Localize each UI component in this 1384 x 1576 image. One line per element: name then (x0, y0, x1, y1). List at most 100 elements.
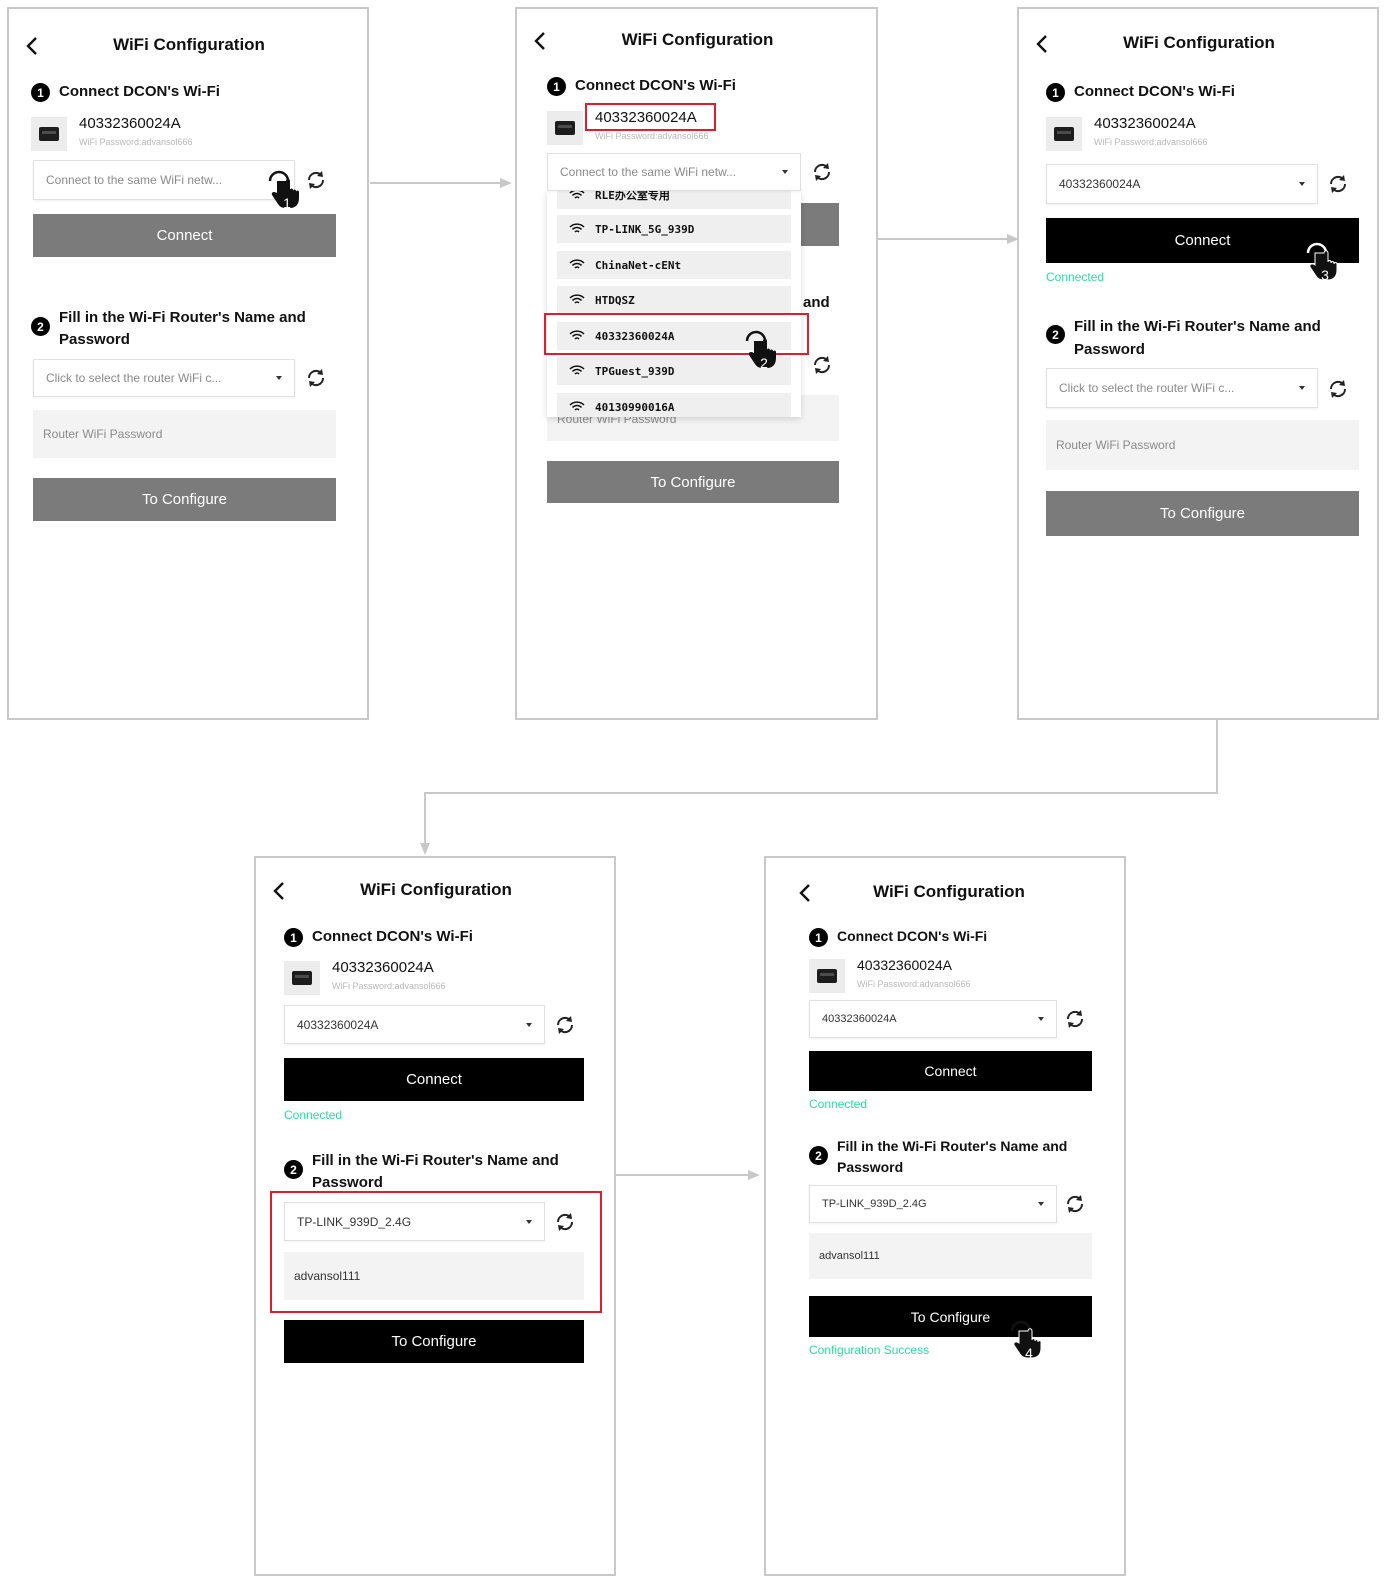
to-configure-button[interactable]: To Configure (809, 1296, 1092, 1337)
wifi-dropdown-list: RLE办公室专用 TP-LINK_5G_939D ChinaNet-cENt H… (547, 191, 801, 417)
step-1-label: Connect DCON's Wi-Fi (575, 77, 736, 94)
router-password-input[interactable]: advansol111 (284, 1252, 584, 1300)
chevron-down-icon (1299, 182, 1305, 186)
step-2-label: Fill in the Wi-Fi Router's Name and Pass… (1074, 318, 1321, 358)
dcon-wifi-select[interactable]: 40332360024A (809, 1000, 1057, 1038)
step-number-badge: 2 (284, 1160, 303, 1179)
refresh-icon[interactable] (554, 1014, 576, 1036)
router-wifi-select[interactable]: Click to select the router WiFi c... (1046, 368, 1318, 408)
device-icon (809, 959, 845, 993)
screen-4: WiFi Configuration 1 Connect DCON's Wi-F… (254, 856, 616, 1576)
step-number-badge: 2 (1046, 325, 1065, 344)
dropdown-item[interactable]: HTDQSZ (557, 286, 791, 314)
step-1-heading: 1 Connect DCON's Wi-Fi (31, 83, 220, 102)
step-2-label: Fill in the Wi-Fi Router's Name and Pass… (837, 1138, 1068, 1175)
refresh-icon[interactable] (305, 169, 327, 191)
step-2-label: Fill in the Wi-Fi Router's Name and Pass… (59, 309, 306, 348)
step-number-badge: 2 (809, 1146, 828, 1165)
chevron-down-icon (276, 376, 282, 380)
router-wifi-select[interactable]: Click to select the router WiFi c... (33, 359, 295, 397)
connected-status: Connected (1046, 270, 1105, 284)
chevron-down-icon (1038, 1202, 1044, 1206)
router-wifi-value: TP-LINK_939D_2.4G (297, 1214, 412, 1229)
header: WiFi Configuration (9, 31, 367, 61)
page-title: WiFi Configuration (113, 35, 265, 54)
screen-1: WiFi Configuration 1 Connect DCON's Wi-F… (7, 7, 369, 720)
dropdown-item[interactable]: RLE办公室专用 (557, 191, 791, 209)
tap-cursor-icon: 2 (741, 327, 781, 375)
refresh-icon[interactable] (1064, 1193, 1086, 1215)
step-1-label: Connect DCON's Wi-Fi (837, 928, 988, 944)
to-configure-button[interactable]: To Configure (1046, 491, 1359, 536)
screen-3: WiFi Configuration 1 Connect DCON's Wi-F… (1017, 7, 1379, 720)
router-wifi-select[interactable]: TP-LINK_939D_2.4G (809, 1185, 1057, 1223)
chevron-down-icon (1038, 1017, 1044, 1021)
dropdown-item[interactable]: TP-LINK_5G_939D (557, 215, 791, 243)
dropdown-item[interactable]: ChinaNet-cENt (557, 251, 791, 279)
header: WiFi Configuration (1019, 29, 1377, 59)
refresh-icon[interactable] (305, 367, 327, 389)
connect-button[interactable]: Connect (33, 214, 336, 257)
device-id: 40332360024A (332, 959, 434, 976)
page-title: WiFi Configuration (873, 882, 1025, 901)
step-number-badge: 2 (31, 317, 50, 336)
refresh-icon[interactable] (554, 1211, 576, 1233)
refresh-icon[interactable] (1064, 1008, 1086, 1030)
dropdown-item[interactable]: 40130990016A (557, 393, 791, 417)
to-configure-button[interactable]: To Configure (284, 1320, 584, 1363)
dcon-wifi-select[interactable]: Connect to the same WiFi netw... (33, 160, 295, 200)
dcon-wifi-select[interactable]: 40332360024A (1046, 164, 1318, 204)
step-marker: 3 (1321, 267, 1329, 283)
chevron-down-icon (782, 170, 788, 174)
wifi-icon (569, 259, 585, 269)
connected-status: Connected (809, 1097, 868, 1111)
connect-button[interactable]: Connect (284, 1058, 584, 1101)
step-1-label: Connect DCON's Wi-Fi (1074, 83, 1235, 100)
wifi-icon (569, 401, 585, 411)
connected-status: Connected (284, 1108, 343, 1122)
dcon-wifi-value: 40332360024A (1059, 177, 1141, 191)
device-id: 40332360024A (79, 115, 181, 132)
step-1-heading: 1 Connect DCON's Wi-Fi (284, 928, 473, 947)
screen-5: WiFi Configuration 1 Connect DCON's Wi-F… (764, 856, 1126, 1576)
refresh-icon[interactable] (1327, 173, 1349, 195)
step-2-heading: 2 Fill in the Wi-Fi Router's Name and Pa… (1046, 315, 1359, 361)
device-password-hint: WiFi Password:advansol666 (332, 981, 446, 991)
to-configure-button[interactable]: To Configure (547, 461, 839, 503)
router-password-input[interactable]: Router WiFi Password (1046, 420, 1359, 470)
router-password-input[interactable]: Router WiFi Password (33, 410, 336, 458)
dcon-wifi-placeholder: Connect to the same WiFi netw... (46, 173, 223, 187)
step-number-badge: 1 (809, 928, 828, 947)
refresh-icon[interactable] (811, 354, 833, 376)
step-2-heading: 2 Fill in the Wi-Fi Router's Name and Pa… (31, 307, 329, 351)
page-title: WiFi Configuration (360, 880, 512, 899)
step-1-heading: 1 Connect DCON's Wi-Fi (1046, 83, 1235, 102)
device-password-hint: WiFi Password:advansol666 (595, 131, 709, 141)
device-password-hint: WiFi Password:advansol666 (79, 137, 193, 147)
wifi-icon (569, 365, 585, 375)
router-wifi-select[interactable]: TP-LINK_939D_2.4G (284, 1202, 545, 1241)
refresh-icon[interactable] (1327, 378, 1349, 400)
step-1-heading: 1 Connect DCON's Wi-Fi (809, 928, 987, 947)
page-title: WiFi Configuration (1123, 33, 1275, 52)
device-icon (284, 961, 320, 995)
header: WiFi Configuration (766, 878, 1124, 908)
wifi-icon (569, 223, 585, 233)
dcon-wifi-select[interactable]: 40332360024A (284, 1005, 545, 1044)
connect-button-partial (799, 203, 839, 246)
step-2-label: Fill in the Wi-Fi Router's Name and Pass… (312, 1152, 559, 1191)
device-password-hint: WiFi Password:advansol666 (1094, 137, 1208, 147)
step-2-label-partial: and (803, 294, 830, 311)
step-number-badge: 1 (31, 83, 50, 102)
refresh-icon[interactable] (811, 161, 833, 183)
tap-cursor-icon: 1 (264, 167, 304, 215)
connect-button[interactable]: Connect (809, 1051, 1092, 1091)
to-configure-button[interactable]: To Configure (33, 478, 336, 521)
router-password-input[interactable]: advansol111 (809, 1233, 1092, 1279)
step-number-badge: 1 (1046, 83, 1065, 102)
dcon-wifi-select[interactable]: Connect to the same WiFi netw... (547, 153, 801, 191)
chevron-down-icon (526, 1219, 532, 1224)
header: WiFi Configuration (256, 876, 614, 906)
router-wifi-placeholder: Click to select the router WiFi c... (1059, 381, 1235, 395)
wifi-icon (569, 294, 585, 304)
